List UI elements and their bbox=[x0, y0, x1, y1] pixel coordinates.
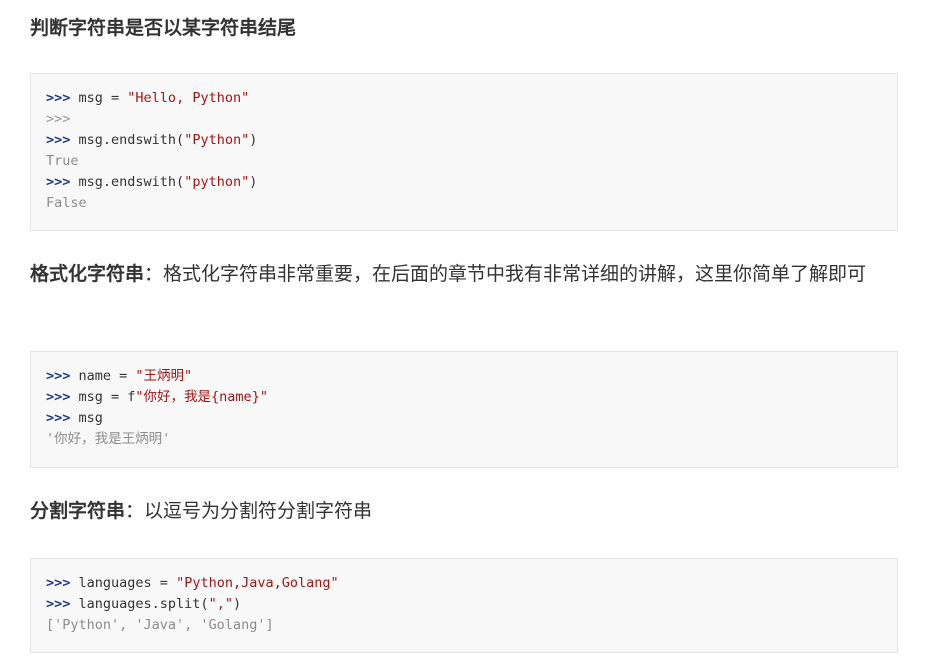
document-page: 判断字符串是否以某字符串结尾 >>> msg = "Hello, Python"… bbox=[0, 0, 937, 669]
repl-prompt: >>> bbox=[46, 410, 71, 426]
code-line: >>> msg = "Hello, Python" bbox=[46, 88, 882, 109]
paragraph-term: 格式化字符串 bbox=[30, 263, 145, 285]
code-text: msg = bbox=[70, 90, 128, 106]
code-block-split: >>> languages = "Python,Java,Golang" >>>… bbox=[30, 558, 898, 653]
code-line: >>> msg = f"你好，我是{name}" bbox=[46, 387, 882, 408]
repl-prompt: >>> bbox=[46, 575, 71, 591]
code-line: >>> languages.split(",") bbox=[46, 594, 882, 615]
repl-prompt: >>> bbox=[46, 90, 71, 106]
output-text: '你好，我是王炳明' bbox=[46, 431, 171, 447]
code-text: ) bbox=[249, 174, 258, 190]
output-text: ['Python', 'Java', 'Golang'] bbox=[46, 617, 274, 633]
code-string: "Hello, Python" bbox=[127, 90, 250, 106]
repl-prompt: >>> bbox=[46, 111, 71, 127]
code-text: msg bbox=[70, 410, 103, 426]
code-line: >>> msg.endswith("python") bbox=[46, 172, 882, 193]
code-text: ) bbox=[232, 596, 242, 612]
paragraph-term: 分割字符串 bbox=[30, 500, 126, 522]
paragraph-split-string: 分割字符串：以逗号为分割符分割字符串 bbox=[30, 497, 900, 526]
paragraph-text: ：以逗号为分割符分割字符串 bbox=[125, 500, 373, 522]
code-string: "你好，我是{name}" bbox=[135, 389, 268, 405]
code-block-format-string: >>> name = "王炳明" >>> msg = f"你好，我是{name}… bbox=[30, 351, 898, 468]
code-line: >>> name = "王炳明" bbox=[46, 366, 882, 387]
code-text: languages = bbox=[70, 575, 177, 591]
section-heading-endswith: 判断字符串是否以某字符串结尾 bbox=[30, 17, 297, 39]
code-block-endswith: >>> msg = "Hello, Python" >>> >>> msg.en… bbox=[30, 73, 898, 231]
code-output: True bbox=[46, 151, 882, 172]
code-text: msg.endswith( bbox=[70, 132, 185, 148]
repl-prompt: >>> bbox=[46, 389, 71, 405]
code-string: "王炳明" bbox=[135, 368, 193, 384]
code-output: ['Python', 'Java', 'Golang'] bbox=[46, 615, 882, 636]
output-text: False bbox=[46, 195, 87, 211]
code-text: msg.endswith( bbox=[70, 174, 185, 190]
code-output: '你好，我是王炳明' bbox=[46, 429, 882, 450]
paragraph-text: ：格式化字符串非常重要，在后面的章节中我有非常详细的讲解，这里你简单了解即可 bbox=[144, 263, 867, 285]
repl-prompt: >>> bbox=[46, 174, 71, 190]
code-string: "Python" bbox=[184, 132, 250, 148]
repl-prompt: >>> bbox=[46, 368, 71, 384]
code-line: >>> languages = "Python,Java,Golang" bbox=[46, 573, 882, 594]
code-string: "Python,Java,Golang" bbox=[176, 575, 339, 591]
repl-prompt: >>> bbox=[46, 132, 71, 148]
code-line: >>> msg.endswith("Python") bbox=[46, 130, 882, 151]
code-output: False bbox=[46, 193, 882, 214]
code-text: languages.split( bbox=[70, 596, 209, 612]
code-line: >>> bbox=[46, 109, 882, 130]
paragraph-format-string: 格式化字符串：格式化字符串非常重要，在后面的章节中我有非常详细的讲解，这里你简单… bbox=[30, 260, 900, 289]
code-string: "python" bbox=[184, 174, 250, 190]
output-text: True bbox=[46, 153, 79, 169]
code-line: >>> msg bbox=[46, 408, 882, 429]
code-text: ) bbox=[249, 132, 258, 148]
code-text: name = bbox=[70, 368, 136, 384]
code-string: "," bbox=[208, 596, 233, 612]
repl-prompt: >>> bbox=[46, 596, 71, 612]
code-text: msg = f bbox=[70, 389, 136, 405]
